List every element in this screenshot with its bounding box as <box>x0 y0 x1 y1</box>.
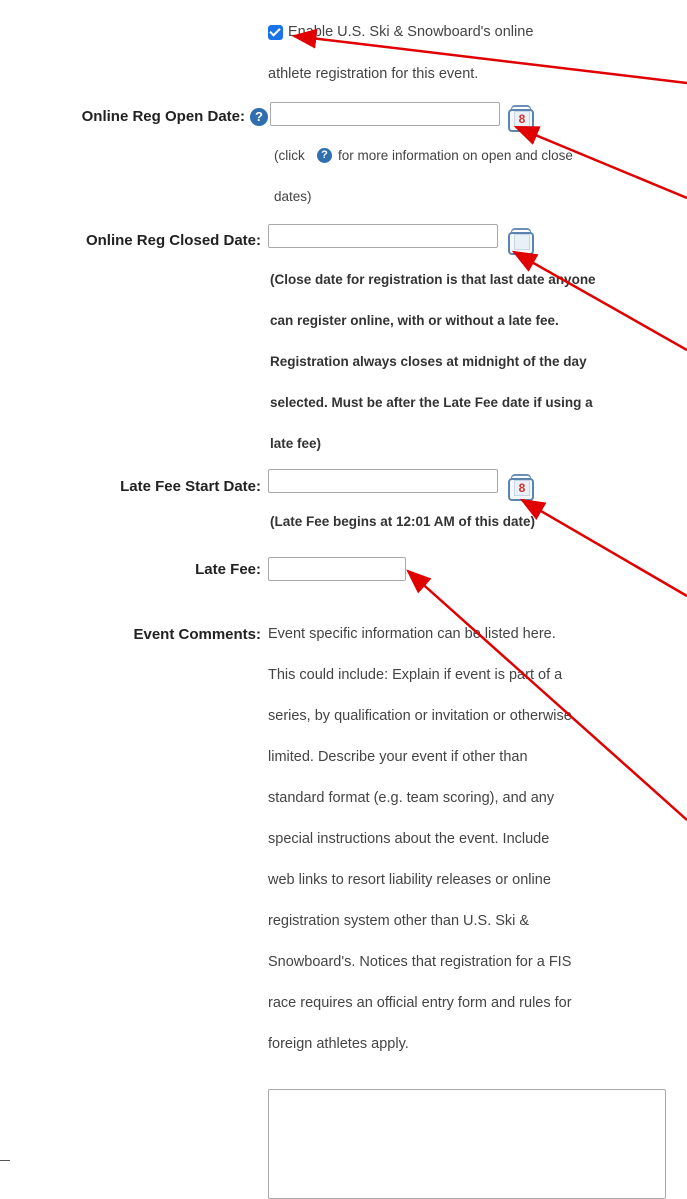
event-registration-form: Enable U.S. Ski & Snowboard's online ath… <box>0 0 687 1199</box>
annotation-arrow <box>291 28 687 85</box>
annotation-arrows <box>291 28 687 821</box>
annotation-arrow <box>406 569 687 821</box>
annotation-arrow <box>513 125 687 200</box>
annotation-arrow <box>511 250 687 352</box>
annotation-arrow <box>519 498 687 598</box>
